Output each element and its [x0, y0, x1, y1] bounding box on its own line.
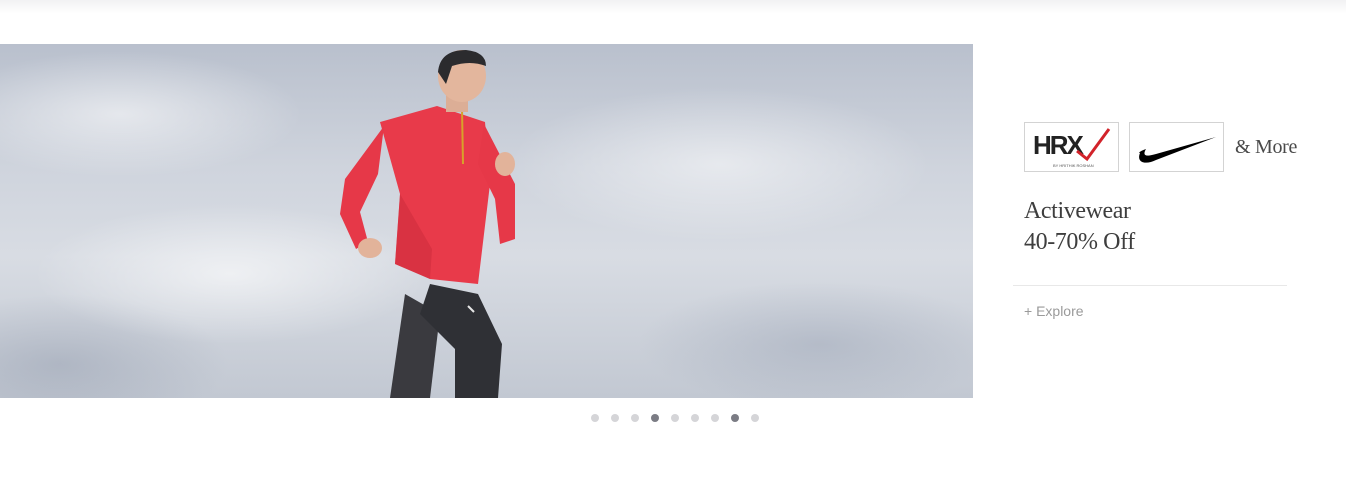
carousel-dot[interactable]: [591, 414, 599, 422]
headline-discount: 40-70% Off: [1024, 229, 1135, 255]
carousel-dot-active[interactable]: [731, 414, 739, 422]
explore-link[interactable]: + Explore: [1024, 303, 1084, 319]
svg-text:HRX: HRX: [1033, 130, 1085, 160]
promo-headline: Activewear 40-70% Off: [1024, 196, 1135, 258]
hrx-logo-icon: HRX BY HRITHIK ROSHAN: [1033, 128, 1111, 168]
carousel-dot-active[interactable]: [651, 414, 659, 422]
carousel-dot[interactable]: [691, 414, 699, 422]
carousel-dot[interactable]: [671, 414, 679, 422]
brand-hrx[interactable]: HRX BY HRITHIK ROSHAN: [1024, 122, 1119, 172]
nike-swoosh-icon: [1139, 137, 1216, 163]
brand-nike[interactable]: [1129, 122, 1224, 172]
carousel-dot[interactable]: [751, 414, 759, 422]
carousel-dot[interactable]: [711, 414, 719, 422]
runner-illustration: [340, 50, 515, 398]
svg-text:BY HRITHIK ROSHAN: BY HRITHIK ROSHAN: [1053, 163, 1094, 168]
promo-panel: HRX BY HRITHIK ROSHAN & More Activewear …: [1013, 0, 1346, 478]
carousel-dot[interactable]: [611, 414, 619, 422]
headline-category: Activewear: [1024, 198, 1131, 224]
more-brands-label: & More: [1235, 136, 1298, 158]
divider: [1013, 285, 1287, 286]
banner-image[interactable]: [0, 44, 973, 398]
carousel-dot[interactable]: [631, 414, 639, 422]
carousel-pagination: [591, 414, 759, 422]
